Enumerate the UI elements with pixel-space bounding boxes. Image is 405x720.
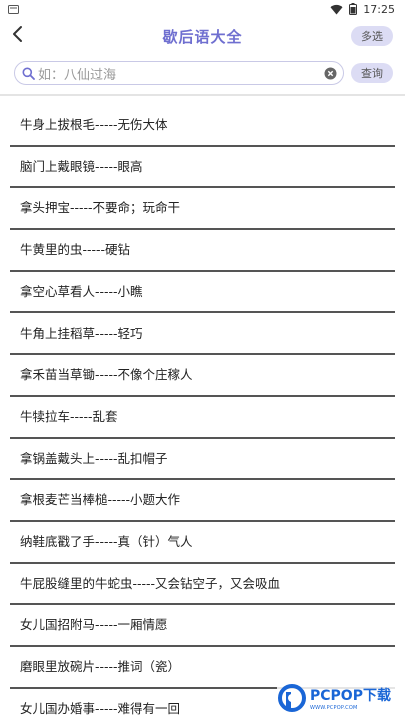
search-placeholder: 如：八仙过海: [38, 67, 117, 83]
list-item-text: 磨眼里放碗片-----推词（瓷）: [20, 659, 181, 675]
list-item[interactable]: 拿禾苗当草锄-----不像个庄稼人: [0, 355, 405, 397]
list-item-text: 牛犊拉车-----乱套: [20, 408, 118, 424]
list-item-text: 拿头押宝-----不要命；玩命干: [20, 200, 181, 216]
battery-icon: [349, 3, 358, 15]
search-input[interactable]: 如：八仙过海: [14, 61, 344, 85]
list-item[interactable]: 拿根麦芒当棒槌-----小题大作: [0, 480, 405, 522]
query-button[interactable]: 查询: [351, 63, 393, 83]
list-item-text: 牛角上挂稻草-----轻巧: [20, 325, 143, 341]
list-item-text: 女儿国办婚事-----难得有一回: [20, 700, 181, 716]
list-item[interactable]: 牛黄里的虫-----硬钻: [0, 230, 405, 272]
search-icon: [22, 67, 35, 80]
list-item[interactable]: 牛犊拉车-----乱套: [0, 397, 405, 439]
back-button[interactable]: [4, 22, 32, 50]
list-item-text: 女儿国招附马-----一厢情愿: [20, 617, 168, 633]
wifi-icon: [330, 4, 343, 15]
header-divider: [0, 94, 405, 96]
list-item-text: 纳鞋底戳了手-----真（针）气人: [20, 533, 193, 549]
watermark-text: PCPOP下载: [310, 688, 391, 704]
list-item-text: 拿锅盖戴头上-----乱扣帽子: [20, 450, 168, 466]
list-item[interactable]: 牛屁股缝里的牛蛇虫-----又会钻空子，又会吸血: [0, 564, 405, 606]
list-item-text: 牛身上拔根毛-----无伤大体: [20, 117, 168, 133]
list-item[interactable]: 女儿国招附马-----一厢情愿: [0, 605, 405, 647]
back-arrow-icon: [11, 25, 25, 47]
watermark-subtext: WWW.PCPOP.COM: [310, 705, 358, 711]
watermark: PCPOP下载 WWW.PCPOP.COM: [277, 678, 401, 718]
list-item-text: 牛黄里的虫-----硬钻: [20, 242, 131, 258]
list-item-text: 拿空心草看人-----小瞧: [20, 283, 143, 299]
list-item-text: 牛屁股缝里的牛蛇虫-----又会钻空子，又会吸血: [20, 575, 281, 591]
page-title: 歇后语大全: [162, 27, 243, 46]
list-item-text: 拿根麦芒当棒槌-----小题大作: [20, 492, 181, 508]
search-row: 如：八仙过海 查询: [0, 58, 405, 88]
list-item[interactable]: 拿锅盖戴头上-----乱扣帽子: [0, 439, 405, 481]
list-item[interactable]: 拿空心草看人-----小瞧: [0, 272, 405, 314]
list-item[interactable]: 牛身上拔根毛-----无伤大体: [0, 105, 405, 147]
list-item[interactable]: 拿头押宝-----不要命；玩命干: [0, 188, 405, 230]
multi-select-button[interactable]: 多选: [351, 26, 393, 46]
list-item-text: 脑门上戴眼镜-----眼高: [20, 158, 143, 174]
status-bar: 17:25: [0, 0, 405, 18]
list-item[interactable]: 纳鞋底戳了手-----真（针）气人: [0, 522, 405, 564]
notification-icon: [8, 4, 19, 14]
list-item[interactable]: 牛角上挂稻草-----轻巧: [0, 313, 405, 355]
list-item-text: 拿禾苗当草锄-----不像个庄稼人: [20, 367, 193, 383]
nav-bar: 歇后语大全 多选: [0, 18, 405, 54]
list-item[interactable]: 脑门上戴眼镜-----眼高: [0, 147, 405, 189]
status-time: 17:25: [363, 2, 395, 16]
clear-icon[interactable]: [324, 67, 337, 80]
pcpop-logo-icon: [278, 684, 306, 712]
proverb-list: 牛身上拔根毛-----无伤大体 脑门上戴眼镜-----眼高 拿头押宝-----不…: [0, 105, 405, 720]
